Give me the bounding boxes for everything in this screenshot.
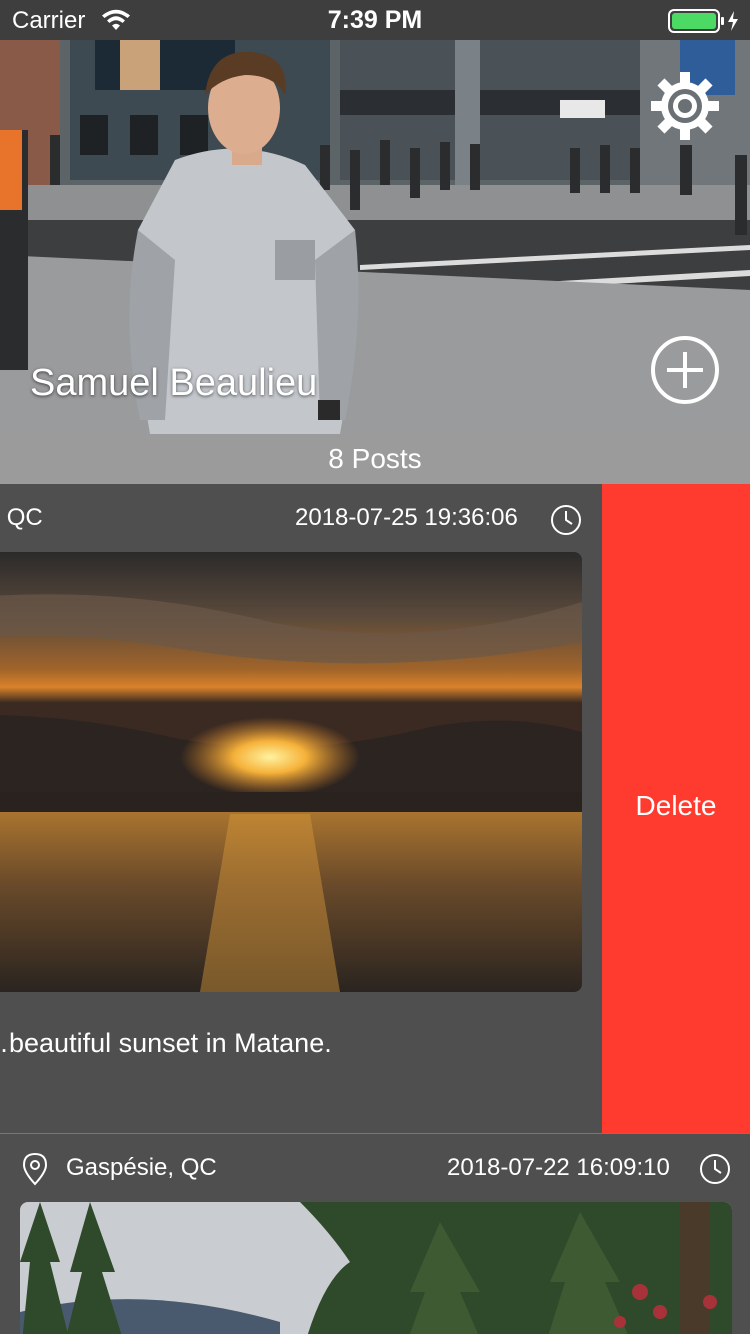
settings-gear-icon[interactable] [649, 70, 721, 142]
clock-icon [700, 1154, 730, 1184]
post-image-forest[interactable] [20, 1202, 732, 1334]
location-pin-icon [22, 1152, 48, 1186]
post-location: Gaspésie, QC [66, 1154, 217, 1181]
profile-name: Samuel Beaulieu [30, 362, 318, 404]
post-date: 2018-07-25 19:36:06 [295, 504, 518, 531]
clock-time: 7:39 PM [327, 6, 423, 34]
add-post-icon[interactable] [649, 334, 721, 406]
post-caption: …beautiful sunset in Matane. [0, 1028, 332, 1058]
post-cell[interactable]: Gaspésie, QC 2018-07-22 16:09:10 [0, 1134, 750, 1334]
delete-label: Delete [635, 790, 717, 821]
status-bar: Carrier 7:39 PM [0, 0, 750, 40]
delete-button[interactable]: Delete [602, 484, 750, 1133]
post-content: …onne, QC 2018-07-25 19:36:06 [0, 484, 600, 1133]
post-image-sunset[interactable] [0, 552, 582, 992]
battery-charging-icon [668, 9, 738, 33]
posts-count-bar: 8 Posts [0, 434, 750, 484]
profile-header: Samuel Beaulieu [0, 40, 750, 434]
post-location: …onne, QC [0, 504, 43, 531]
clock-icon [551, 505, 581, 535]
post-date: 2018-07-22 16:09:10 [447, 1154, 670, 1181]
